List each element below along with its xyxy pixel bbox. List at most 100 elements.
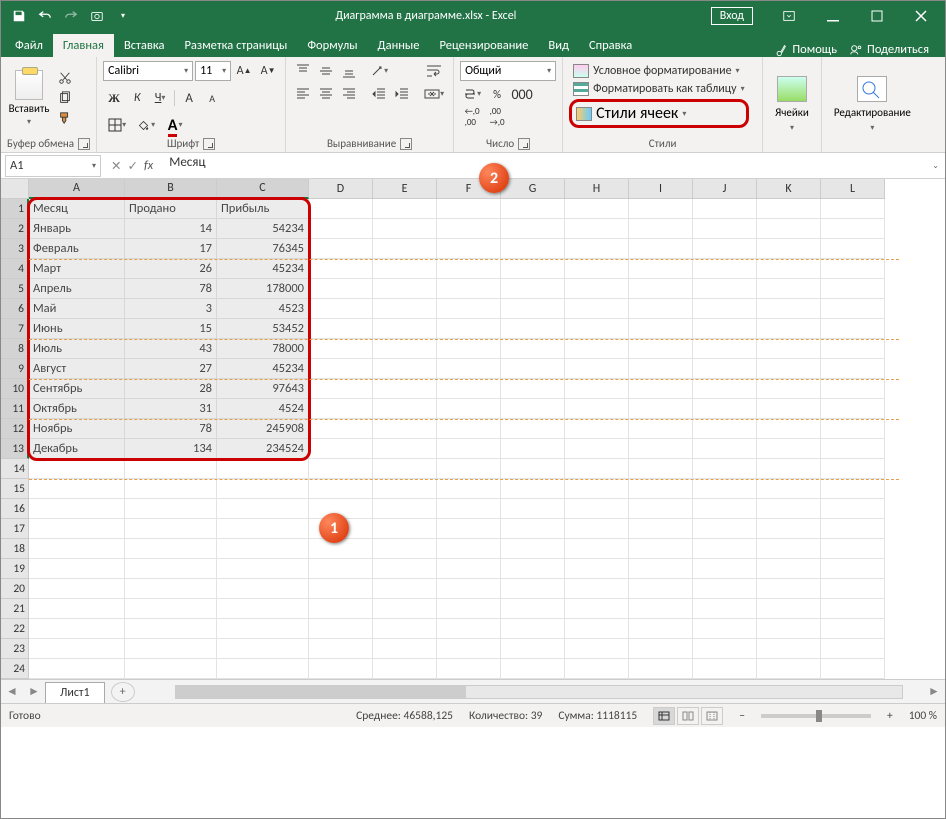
cell[interactable] [217, 659, 309, 679]
decrease-indent-icon[interactable] [368, 84, 390, 104]
column-header[interactable]: L [821, 179, 885, 199]
cell[interactable]: Июль [29, 339, 125, 359]
cell[interactable] [565, 579, 629, 599]
cell[interactable] [693, 299, 757, 319]
cell[interactable] [437, 199, 501, 219]
cell[interactable] [309, 359, 373, 379]
cell[interactable] [501, 399, 565, 419]
column-header[interactable]: A [29, 179, 125, 199]
conditional-formatting-button[interactable]: Условное форматирование▾ [569, 63, 749, 79]
cell[interactable] [629, 399, 693, 419]
comma-icon[interactable]: 000 [510, 84, 534, 104]
login-button[interactable]: Вход [711, 7, 753, 25]
cell[interactable]: Май [29, 299, 125, 319]
cell[interactable]: 234524 [217, 439, 309, 459]
enter-icon[interactable]: ✓ [127, 158, 137, 174]
cell[interactable] [629, 339, 693, 359]
cell[interactable] [373, 359, 437, 379]
cell[interactable] [565, 439, 629, 459]
qat-customize-icon[interactable]: ▾ [111, 4, 135, 28]
zoom-out-icon[interactable]: − [739, 709, 745, 723]
cell[interactable] [821, 619, 885, 639]
cell[interactable] [437, 259, 501, 279]
cell[interactable]: 245908 [217, 419, 309, 439]
underline-button[interactable]: Ч▾ [149, 88, 171, 108]
cell[interactable] [437, 319, 501, 339]
cell[interactable] [309, 439, 373, 459]
cell[interactable]: 134 [125, 439, 217, 459]
cell[interactable] [693, 339, 757, 359]
horizontal-scrollbar[interactable] [175, 685, 903, 699]
cell[interactable] [437, 479, 501, 499]
cancel-icon[interactable]: ✕ [111, 158, 121, 174]
cell[interactable] [29, 459, 125, 479]
cell[interactable] [309, 539, 373, 559]
cell[interactable] [757, 359, 821, 379]
cell[interactable] [501, 579, 565, 599]
next-sheet-icon[interactable]: ► [23, 684, 45, 699]
zoom-in-icon[interactable]: + [887, 709, 893, 723]
cell[interactable] [757, 279, 821, 299]
cell[interactable] [821, 539, 885, 559]
cell[interactable] [309, 639, 373, 659]
cell[interactable] [217, 499, 309, 519]
row-header[interactable]: 11 [1, 399, 29, 419]
cell[interactable] [693, 199, 757, 219]
cell[interactable] [373, 419, 437, 439]
cell[interactable]: Март [29, 259, 125, 279]
expand-formula-bar-icon[interactable]: ⌄ [926, 161, 945, 171]
cell[interactable] [437, 279, 501, 299]
cell[interactable]: Январь [29, 219, 125, 239]
cell[interactable] [693, 519, 757, 539]
cell[interactable]: Февраль [29, 239, 125, 259]
cell[interactable] [693, 479, 757, 499]
font-color-button[interactable]: A▾ [161, 115, 189, 135]
copy-icon[interactable] [55, 89, 75, 107]
cell[interactable] [757, 419, 821, 439]
cell[interactable] [373, 379, 437, 399]
cell[interactable]: 45234 [217, 259, 309, 279]
italic-button[interactable]: К [126, 88, 148, 108]
cell[interactable]: 27 [125, 359, 217, 379]
cell[interactable] [629, 439, 693, 459]
cell[interactable] [693, 579, 757, 599]
cell[interactable]: Сентябрь [29, 379, 125, 399]
row-header[interactable]: 13 [1, 439, 29, 459]
cell[interactable] [565, 359, 629, 379]
cell[interactable]: 97643 [217, 379, 309, 399]
column-header[interactable]: D [309, 179, 373, 199]
cell[interactable] [629, 379, 693, 399]
cell[interactable] [501, 539, 565, 559]
cell[interactable] [501, 259, 565, 279]
column-header[interactable]: E [373, 179, 437, 199]
cell[interactable] [373, 319, 437, 339]
cell[interactable] [757, 579, 821, 599]
cell[interactable] [629, 299, 693, 319]
row-header[interactable]: 12 [1, 419, 29, 439]
cell[interactable] [373, 499, 437, 519]
cell[interactable] [821, 639, 885, 659]
cell[interactable] [437, 659, 501, 679]
align-center-icon[interactable] [315, 84, 337, 104]
cell[interactable] [309, 339, 373, 359]
row-header[interactable]: 7 [1, 319, 29, 339]
save-icon[interactable] [7, 4, 31, 28]
dialog-launcher-icon[interactable] [400, 138, 412, 150]
ribbon-options-icon[interactable] [769, 2, 809, 30]
row-header[interactable]: 24 [1, 659, 29, 679]
cell[interactable]: Ноябрь [29, 419, 125, 439]
cut-icon[interactable] [55, 69, 75, 87]
share-button[interactable]: Поделиться [849, 42, 929, 57]
row-header[interactable]: 8 [1, 339, 29, 359]
cell[interactable]: 4523 [217, 299, 309, 319]
cell[interactable] [821, 339, 885, 359]
cell[interactable]: 54234 [217, 219, 309, 239]
cell[interactable] [693, 539, 757, 559]
cell[interactable] [373, 339, 437, 359]
cell[interactable]: Октябрь [29, 399, 125, 419]
cell[interactable] [437, 379, 501, 399]
cell[interactable] [373, 639, 437, 659]
cell[interactable] [629, 619, 693, 639]
cell[interactable] [757, 599, 821, 619]
cell[interactable] [437, 399, 501, 419]
